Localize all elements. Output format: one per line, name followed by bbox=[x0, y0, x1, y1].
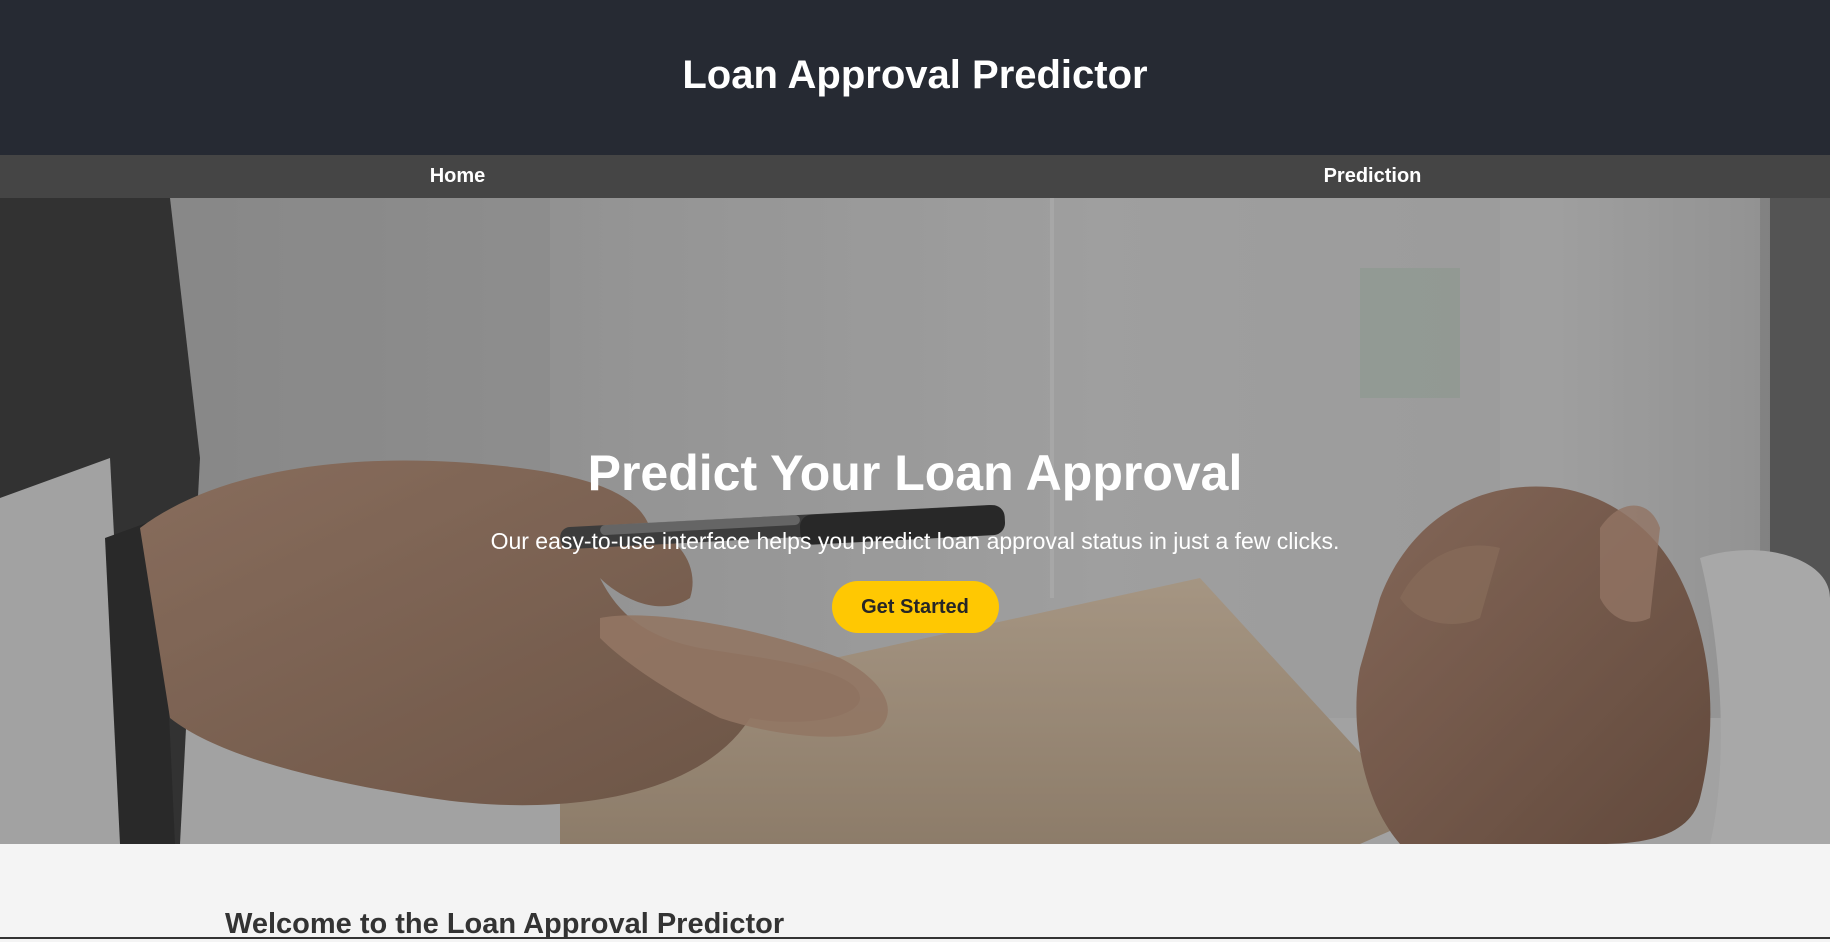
hero-heading: Predict Your Loan Approval bbox=[587, 445, 1243, 501]
nav-item-prediction[interactable]: Prediction bbox=[915, 155, 1830, 198]
site-title: Loan Approval Predictor bbox=[682, 53, 1148, 97]
get-started-button[interactable]: Get Started bbox=[831, 581, 999, 633]
hero-section: Predict Your Loan Approval Our easy-to-u… bbox=[0, 198, 1830, 844]
hero-content: Predict Your Loan Approval Our easy-to-u… bbox=[0, 448, 1830, 633]
site-header: Loan Approval Predictor bbox=[0, 0, 1830, 155]
hero-subtitle: Our easy-to-use interface helps you pred… bbox=[490, 528, 1340, 554]
bottom-divider bbox=[0, 937, 1830, 939]
welcome-section: Welcome to the Loan Approval Predictor bbox=[0, 844, 1830, 942]
nav-item-home[interactable]: Home bbox=[0, 155, 915, 198]
main-nav: Home Prediction bbox=[0, 155, 1830, 198]
